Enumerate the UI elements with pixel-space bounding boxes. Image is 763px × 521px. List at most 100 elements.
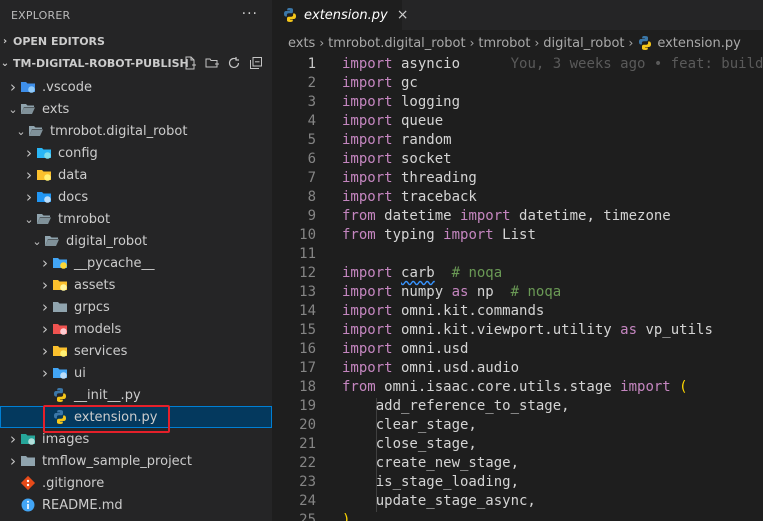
tree-item[interactable]: ⌄ tmrobot <box>0 208 272 230</box>
code-text: import socket <box>342 150 452 169</box>
explorer-title: EXPLORER <box>11 8 71 22</box>
breadcrumb-item[interactable]: tmrobot <box>478 36 530 51</box>
chevron-right-icon: › <box>42 364 48 382</box>
code-token: ) <box>342 512 351 521</box>
line-number: 8 <box>307 189 316 205</box>
close-icon[interactable]: × <box>397 7 409 23</box>
folder-open-icon <box>28 123 44 139</box>
tree-item[interactable]: › ui <box>0 362 272 384</box>
new-file-icon[interactable] <box>182 55 198 71</box>
code-line: 25) <box>272 511 763 521</box>
breadcrumb-item[interactable]: tmrobot.digital_robot <box>328 36 465 51</box>
code-line: 2 import gc <box>272 74 763 93</box>
open-editors-section[interactable]: › OPEN EDITORS <box>0 30 272 52</box>
tree-item[interactable]: ⌄ exts <box>0 98 272 120</box>
folder-open-icon <box>36 211 52 227</box>
code-token: omni.isaac.core.utils.stage <box>375 379 621 395</box>
chevron-right-icon: › <box>10 78 16 96</box>
tree-item[interactable]: ⌄ digital_robot <box>0 230 272 252</box>
python-file-icon <box>637 35 653 51</box>
tree-item[interactable]: › models <box>0 318 272 340</box>
explorer-actions <box>182 55 264 71</box>
tree-item-label: __init__.py <box>74 387 141 403</box>
tree-item[interactable]: › __pycache__ <box>0 252 272 274</box>
info-file-icon <box>20 497 36 513</box>
tree-item[interactable]: › config <box>0 142 272 164</box>
python-file-icon <box>282 7 298 23</box>
tree-item[interactable]: › data <box>0 164 272 186</box>
code-token: import <box>620 379 671 395</box>
tree-item[interactable]: extension.py <box>0 406 272 428</box>
tab-extension-py[interactable]: extension.py × <box>272 0 408 30</box>
chevron-down-icon: ⌄ <box>24 212 34 226</box>
code-token: close_stage, <box>342 436 477 452</box>
refresh-icon[interactable] <box>226 55 242 71</box>
code-line: 4 import queue <box>272 112 763 131</box>
tree-item[interactable]: › services <box>0 340 272 362</box>
tree-item-label: services <box>74 343 128 359</box>
python-file-icon <box>52 387 68 403</box>
code-token: is_stage_loading, <box>342 474 520 490</box>
code-token: np <box>468 284 511 300</box>
breadcrumb-item[interactable]: digital_robot <box>543 36 624 51</box>
tree-item[interactable]: › grpcs <box>0 296 272 318</box>
tree-item-label: .gitignore <box>42 475 105 491</box>
tree-item-label: config <box>58 145 98 161</box>
line-number: 10 <box>299 227 316 243</box>
line-number: 5 <box>307 132 316 148</box>
code-token: # noqa <box>451 265 503 281</box>
code-text: clear_stage, <box>342 416 477 435</box>
tree-item-label: grpcs <box>74 299 110 315</box>
chevron-down-icon: ⌄ <box>8 102 18 116</box>
code-token: import <box>342 322 393 338</box>
new-folder-icon[interactable] <box>204 55 220 71</box>
line-number: 17 <box>299 360 316 376</box>
chevron-right-icon: › <box>42 254 48 272</box>
code-token: ( <box>679 379 688 395</box>
line-number: 19 <box>299 398 316 414</box>
code-line: 8 import traceback <box>272 188 763 207</box>
line-number: 12 <box>299 265 316 281</box>
code-line: 16 import omni.usd <box>272 340 763 359</box>
code-text: import traceback <box>342 188 477 207</box>
code-token: clear_stage, <box>342 417 477 433</box>
code-line: 5 import random <box>272 131 763 150</box>
tree-item-label: README.md <box>42 497 123 513</box>
chevron-right-icon: › <box>42 342 48 360</box>
collapse-all-icon[interactable] <box>248 55 264 71</box>
tree-item[interactable]: README.md <box>0 494 272 516</box>
breadcrumb-item[interactable]: exts <box>288 36 315 51</box>
line-number: 2 <box>307 75 316 91</box>
code-token: import <box>342 56 393 72</box>
tree-item[interactable]: .gitignore <box>0 472 272 494</box>
code-token: import <box>342 303 393 319</box>
line-number: 1 <box>307 56 316 72</box>
code-token: import <box>342 75 393 91</box>
code-editor[interactable]: 1 import asyncio You, 3 weeks ago • feat:… <box>272 56 763 521</box>
folder-icon <box>52 299 68 315</box>
tree-item-label: images <box>42 431 90 447</box>
chevron-right-icon: › <box>42 320 48 338</box>
code-token: import <box>342 113 393 129</box>
code-text: import omni.usd.audio <box>342 359 519 378</box>
tree-item[interactable]: › .vscode <box>0 76 272 98</box>
code-token: as <box>451 284 469 300</box>
project-section[interactable]: ⌄ TM-DIGITAL-ROBOT-PUBLISH <box>0 52 272 74</box>
chevron-right-icon: › <box>26 166 32 184</box>
breadcrumb-item[interactable]: extension.py <box>657 36 740 51</box>
tree-item[interactable]: ⌄ tmrobot.digital_robot <box>0 120 272 142</box>
code-line: 20 clear_stage, <box>272 416 763 435</box>
chevron-down-icon: ⌄ <box>16 124 26 138</box>
tree-item[interactable]: › assets <box>0 274 272 296</box>
assets-folder-icon <box>52 277 68 293</box>
code-text: from omni.isaac.core.utils.stage import … <box>342 378 688 397</box>
code-token: typing <box>375 227 444 243</box>
more-actions-icon[interactable]: ··· <box>242 6 258 22</box>
tree-item[interactable]: __init__.py <box>0 384 272 406</box>
tree-item[interactable]: › tmflow_sample_project <box>0 450 272 472</box>
tree-item[interactable]: › images <box>0 428 272 450</box>
code-text: create_new_stage, <box>342 454 519 473</box>
code-line: 3 import logging <box>272 93 763 112</box>
tree-item[interactable]: › docs <box>0 186 272 208</box>
